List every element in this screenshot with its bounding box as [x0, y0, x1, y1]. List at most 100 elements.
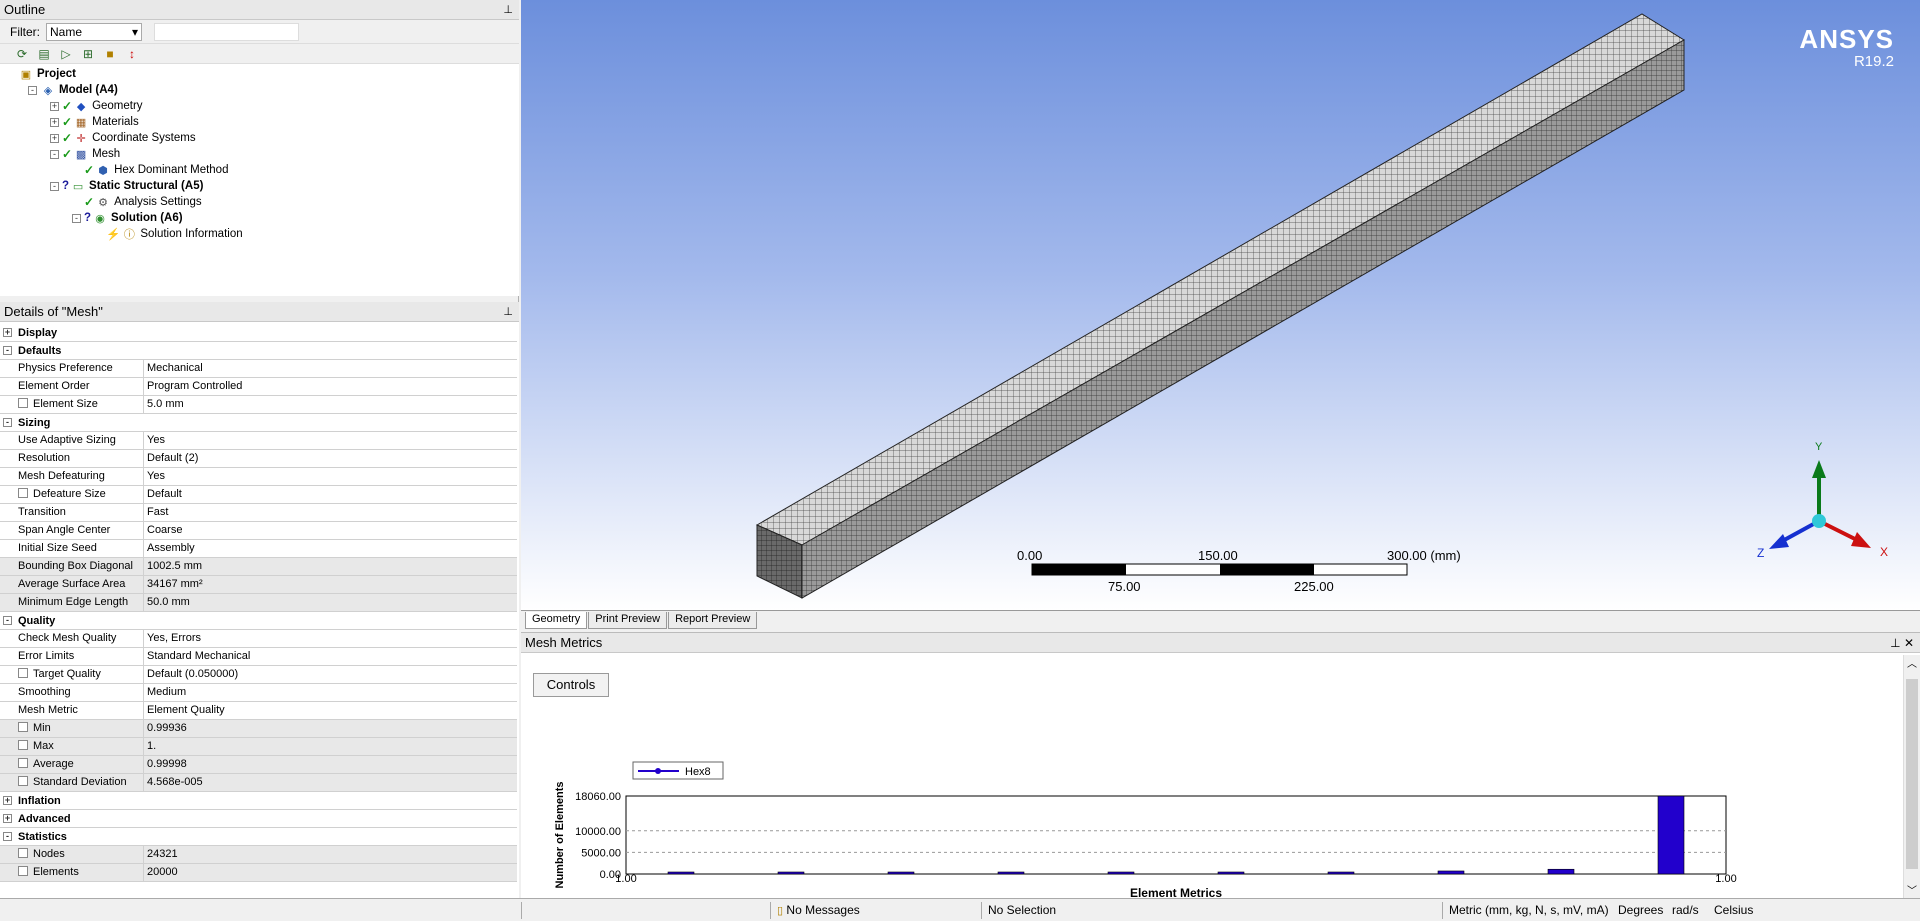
parameter-checkbox[interactable]: [18, 488, 28, 498]
expand-icon[interactable]: +: [50, 101, 59, 111]
collapse-icon[interactable]: -: [50, 149, 59, 159]
tree-node-hex-method[interactable]: ✓ ⬢ Hex Dominant Method: [0, 162, 519, 178]
details-section-statistics[interactable]: - Statistics: [0, 828, 517, 846]
details-row-resolution[interactable]: Resolution Default (2): [0, 450, 517, 468]
status-messages[interactable]: ▯ No Messages: [770, 902, 980, 919]
tab-print-preview[interactable]: Print Preview: [588, 612, 668, 629]
property-value[interactable]: 24321: [144, 846, 517, 863]
details-row-bounding-box-diagonal[interactable]: Bounding Box Diagonal 1002.5 mm: [0, 558, 517, 576]
details-section-advanced[interactable]: + Advanced: [0, 810, 517, 828]
expand-icon[interactable]: +: [50, 117, 59, 127]
details-row-average[interactable]: Average 0.99998: [0, 756, 517, 774]
details-section-sizing[interactable]: - Sizing: [0, 414, 517, 432]
details-row-use-adaptive-sizing[interactable]: Use Adaptive Sizing Yes: [0, 432, 517, 450]
details-row-check-mesh-quality[interactable]: Check Mesh Quality Yes, Errors: [0, 630, 517, 648]
details-row-element-order[interactable]: Element Order Program Controlled: [0, 378, 517, 396]
tag-icon[interactable]: ■: [102, 46, 118, 62]
tab-geometry[interactable]: Geometry: [525, 612, 588, 629]
tree-filter-icon[interactable]: ▤: [36, 46, 52, 62]
property-value[interactable]: Default: [144, 486, 517, 503]
scroll-thumb[interactable]: [1906, 679, 1918, 869]
property-value[interactable]: Yes: [144, 468, 517, 485]
parameter-checkbox[interactable]: [18, 722, 28, 732]
expand-icon[interactable]: +: [3, 796, 12, 805]
tree-node-geometry[interactable]: + ✓ ◆ Geometry: [0, 98, 519, 114]
parameter-checkbox[interactable]: [18, 758, 28, 768]
tree-node-materials[interactable]: + ✓ ▦ Materials: [0, 114, 519, 130]
details-section-defaults[interactable]: - Defaults: [0, 342, 517, 360]
parameter-checkbox[interactable]: [18, 740, 28, 750]
expand-icon[interactable]: +: [50, 133, 59, 143]
property-value[interactable]: 4.568e-005: [144, 774, 517, 791]
property-value[interactable]: Fast: [144, 504, 517, 521]
property-value[interactable]: Default (0.050000): [144, 666, 517, 683]
property-value[interactable]: Yes: [144, 432, 517, 449]
details-row-mesh-metric[interactable]: Mesh Metric Element Quality: [0, 702, 517, 720]
details-row-span-angle-center[interactable]: Span Angle Center Coarse: [0, 522, 517, 540]
property-value[interactable]: 50.0 mm: [144, 594, 517, 611]
property-value[interactable]: Standard Mechanical: [144, 648, 517, 665]
details-row-initial-size-seed[interactable]: Initial Size Seed Assembly: [0, 540, 517, 558]
property-value[interactable]: Yes, Errors: [144, 630, 517, 647]
details-row-error-limits[interactable]: Error Limits Standard Mechanical: [0, 648, 517, 666]
expand-branch-icon[interactable]: ▷: [58, 46, 74, 62]
collapse-icon[interactable]: -: [3, 418, 12, 427]
property-value[interactable]: Assembly: [144, 540, 517, 557]
tab-report-preview[interactable]: Report Preview: [668, 612, 758, 629]
tree-node-analysis-settings[interactable]: ✓ ⚙ Analysis Settings: [0, 194, 519, 210]
property-value[interactable]: Coarse: [144, 522, 517, 539]
expand-icon[interactable]: +: [3, 328, 12, 337]
scroll-up-icon[interactable]: ︿: [1904, 655, 1920, 670]
status-angle[interactable]: Degrees: [1612, 902, 1663, 919]
expand-icon[interactable]: +: [3, 814, 12, 823]
parameter-checkbox[interactable]: [18, 866, 28, 876]
status-units[interactable]: Metric (mm, kg, N, s, mV, mA): [1442, 902, 1612, 919]
pin-icon[interactable]: ⊥: [503, 0, 513, 20]
parameter-checkbox[interactable]: [18, 668, 28, 678]
tree-node-model[interactable]: - ◈ Model (A4): [0, 82, 519, 98]
filter-input[interactable]: [154, 22, 299, 41]
sort-icon[interactable]: ↕: [124, 46, 140, 62]
property-value[interactable]: 34167 mm²: [144, 576, 517, 593]
tree-node-project[interactable]: ▣ Project: [0, 66, 519, 82]
collapse-icon[interactable]: -: [28, 85, 37, 95]
details-row-standard-deviation[interactable]: Standard Deviation 4.568e-005: [0, 774, 517, 792]
pin-close-icons[interactable]: ⊥ ✕: [1890, 633, 1914, 653]
details-section-quality[interactable]: - Quality: [0, 612, 517, 630]
parameter-checkbox[interactable]: [18, 848, 28, 858]
refresh-icon[interactable]: ⟳: [14, 46, 30, 62]
tree-node-coordinate-systems[interactable]: + ✓ ✛ Coordinate Systems: [0, 130, 519, 146]
parameter-checkbox[interactable]: [18, 398, 28, 408]
scroll-down-icon[interactable]: ﹀: [1904, 882, 1920, 897]
mesh-beam[interactable]: [755, 13, 1685, 599]
property-value[interactable]: Element Quality: [144, 702, 517, 719]
collapse-icon[interactable]: -: [3, 832, 12, 841]
details-row-average-surface-area[interactable]: Average Surface Area 34167 mm²: [0, 576, 517, 594]
details-section-display[interactable]: + Display: [0, 324, 517, 342]
status-rate[interactable]: rad/s: [1666, 902, 1699, 919]
property-value[interactable]: Mechanical: [144, 360, 517, 377]
property-value[interactable]: 0.99998: [144, 756, 517, 773]
status-temp[interactable]: Celsius: [1708, 902, 1753, 919]
details-row-defeature-size[interactable]: Defeature Size Default: [0, 486, 517, 504]
details-row-minimum-edge-length[interactable]: Minimum Edge Length 50.0 mm: [0, 594, 517, 612]
filter-dropdown[interactable]: Name: [46, 22, 142, 41]
axis-triad[interactable]: Y X Z: [1757, 441, 1888, 560]
details-row-elements[interactable]: Elements 20000: [0, 864, 517, 882]
details-row-max[interactable]: Max 1.: [0, 738, 517, 756]
property-value[interactable]: 0.99936: [144, 720, 517, 737]
parameter-checkbox[interactable]: [18, 776, 28, 786]
details-row-smoothing[interactable]: Smoothing Medium: [0, 684, 517, 702]
tree-node-solution-information[interactable]: ⚡ ⓘ Solution Information: [0, 226, 519, 242]
collapse-icon[interactable]: -: [50, 181, 59, 191]
property-value[interactable]: 5.0 mm: [144, 396, 517, 413]
details-row-element-size[interactable]: Element Size 5.0 mm: [0, 396, 517, 414]
collapse-icon[interactable]: -: [3, 616, 12, 625]
expand-all-icon[interactable]: ⊞: [80, 46, 96, 62]
tree-node-mesh[interactable]: - ✓ ▩ Mesh: [0, 146, 519, 162]
property-value[interactable]: Medium: [144, 684, 517, 701]
graphics-viewport[interactable]: 0.00 150.00 300.00 (mm) 75.00 225.00 Y X…: [521, 0, 1920, 610]
property-value[interactable]: 1002.5 mm: [144, 558, 517, 575]
details-row-target-quality[interactable]: Target Quality Default (0.050000): [0, 666, 517, 684]
details-row-transition[interactable]: Transition Fast: [0, 504, 517, 522]
